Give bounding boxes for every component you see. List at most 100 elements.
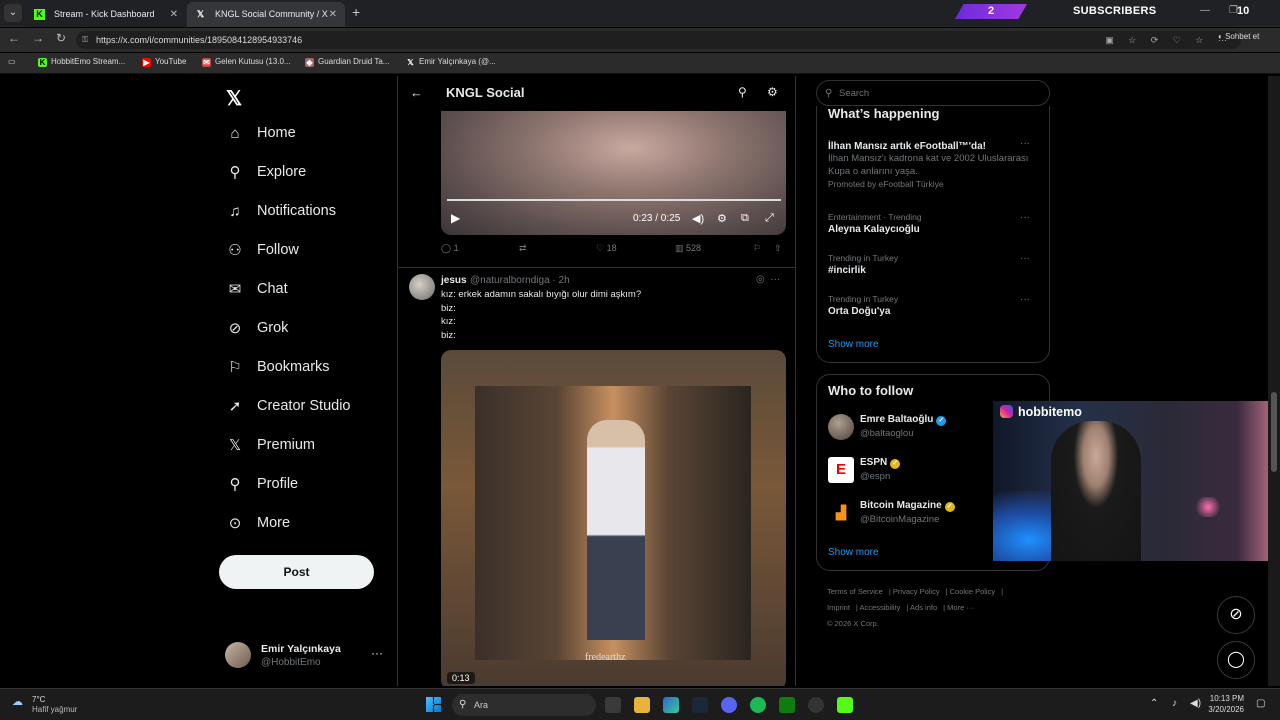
footer-link[interactable]: Imprint [827,603,850,612]
system-clock[interactable]: 10:13 PM 3/20/2026 [1198,693,1244,715]
tweet-handle[interactable]: @naturalborndiga [470,275,550,286]
scrollbar[interactable] [1268,76,1280,686]
nav-premium[interactable]: 𝕏 Premium [225,430,315,460]
grok-fab-icon[interactable]: ⊘ [1217,596,1255,634]
copilot-chat-button[interactable]: ◐ Sohbet et [1218,32,1259,41]
footer-link[interactable]: More ··· [947,603,974,612]
nav-notifications[interactable]: ♫ Notifications [225,196,336,226]
steam-icon[interactable] [692,697,708,713]
tab-kngl-social[interactable]: 𝕏 KNGL Social Community / X ✕ [187,2,345,27]
more-dots-icon[interactable]: ··· [371,646,383,660]
bookmark-item[interactable]: K HobbitEmo Stream... [38,57,125,67]
nav-bookmarks[interactable]: ⚐ Bookmarks [225,352,329,382]
bookmarks-toggle-icon[interactable]: ▭ [8,57,16,66]
trend-item[interactable]: Trending in Turkey Orta Doğu'ya [828,294,1033,317]
nav-profile[interactable]: ⚲ Profile [225,469,299,499]
account-switcher[interactable]: Emir Yalçınkaya @HobbitEmo ··· [225,638,395,678]
bookmark-item[interactable]: ✉ Gelen Kutusu (13.0... [202,57,291,67]
follow-name: Emre Baltaoğlu ✓ [860,414,947,426]
nav-label: Chat [257,281,288,297]
bookmark-item[interactable]: ◆ Guardian Druid Ta... [305,57,389,67]
bookmark-item[interactable]: ▶ YouTube [142,57,186,67]
nav-creator-studio[interactable]: ➚ Creator Studio [225,391,351,421]
nav-follow[interactable]: ⚇ Follow [225,235,299,265]
trend-item[interactable]: Entertainment · Trending Aleyna Kalaycıo… [828,212,1033,235]
weather-widget[interactable]: ☁ 7°C Hafif yağmur [12,695,77,715]
url-bar[interactable]: ⚿ https://x.com/i/communities/1895084128… [76,31,1241,49]
subscriber-label: SUBSCRIBERS [1073,5,1157,17]
windows-start-icon[interactable] [426,697,441,712]
nav-home[interactable]: ⌂ Home [225,118,295,148]
task-view-icon[interactable] [605,697,621,713]
tab-menu-button[interactable]: ⌄ [4,4,22,22]
footer-link[interactable]: Ads info [910,603,937,612]
file-explorer-icon[interactable] [634,697,650,713]
show-more-link[interactable]: Show more [828,339,879,350]
edge-icon[interactable] [663,697,679,713]
tweet-video[interactable]: fredearthz 0:13 [441,350,786,686]
divider [398,267,795,268]
trend-title: #incirlik [828,265,866,276]
trend-item[interactable]: Trending in Turkey #incirlik [828,253,1033,276]
more-dots-icon[interactable]: ··· [1020,294,1030,305]
microphone-icon[interactable]: ♪ [1172,698,1177,709]
discord-icon[interactable] [721,697,737,713]
footer-link[interactable]: Accessibility [860,603,901,612]
video-progress-bar[interactable] [447,199,781,201]
minimize-icon[interactable]: — [1200,5,1210,16]
forward-icon[interactable]: → [32,31,44,45]
share-icon[interactable]: ⇧ [774,243,782,254]
follow-name: ESPN ✓ [860,457,901,469]
volume-icon[interactable]: ◀) [692,212,704,225]
like-button[interactable]: ♡ 18 [596,243,617,254]
post-button[interactable]: Post [219,555,374,589]
search-icon[interactable]: ⚲ [738,85,747,99]
footer-link[interactable]: Cookie Policy [950,587,995,596]
play-icon[interactable]: ▶ [451,211,460,225]
tweet-author-name[interactable]: jesus [441,275,467,286]
spotify-icon[interactable] [750,697,766,713]
search-icon: ⚲ [459,699,467,710]
pip-icon[interactable]: ⧉ [741,212,749,225]
footer-link[interactable]: Privacy Policy [893,587,940,596]
retweet-icon[interactable]: ⇄ [519,243,527,254]
video-player[interactable]: ▶ 0:23 / 0:25 ◀) ⚙ ⧉ ⤢ [441,111,786,235]
more-dots-icon[interactable]: ··· [1020,138,1030,149]
notification-icon[interactable]: ▢ [1256,698,1265,709]
trend-item[interactable]: İlhan Mansız artık eFootball™'da! İlhan … [828,139,1033,189]
tweet-options[interactable]: ◎ ··· [756,274,780,285]
chat-fab-icon[interactable]: ◯ [1217,641,1255,679]
show-more-link[interactable]: Show more [828,547,879,558]
fullscreen-icon[interactable]: ⤢ [765,212,774,225]
footer-link[interactable]: Terms of Service [827,587,883,596]
nav-chat[interactable]: ✉ Chat [225,274,288,304]
nav-more[interactable]: ⊙ More [225,508,290,538]
tab-kick-dashboard[interactable]: K Stream - Kick Dashboard ✕ [26,2,186,27]
scrollbar-thumb[interactable] [1271,392,1277,472]
taskbar-search[interactable]: ⚲ Ara [452,694,596,716]
more-dots-icon[interactable]: ··· [1020,212,1030,223]
back-icon[interactable]: ← [8,31,20,45]
settings-icon[interactable]: ⚙ [717,212,727,225]
omnibox-action-icons[interactable]: ▣ ☆ ⟳ ♡ ☆ ⋯ [1105,31,1233,49]
bookmark-item[interactable]: 𝕏 Emir Yalçınkaya (@... [406,57,495,67]
new-tab-button[interactable]: + [352,4,360,20]
back-arrow-icon[interactable]: ← [410,85,423,100]
nav-grok[interactable]: ⊘ Grok [225,313,289,343]
reload-icon[interactable]: ↻ [56,31,66,45]
obs-icon[interactable] [808,697,824,713]
views-button[interactable]: ▥ 528 [675,243,701,254]
bookmark-icon[interactable]: ⚐ [753,243,761,254]
more-dots-icon[interactable]: ··· [1020,253,1030,264]
close-icon[interactable]: ✕ [170,2,178,27]
search-input[interactable]: ⚲ Search [816,80,1050,106]
kick-icon[interactable] [837,697,853,713]
close-icon[interactable]: ✕ [329,2,337,27]
xbox-icon[interactable] [779,697,795,713]
x-logo-icon[interactable]: 𝕏 [226,86,242,111]
reply-button[interactable]: ◯ 1 [441,243,459,254]
nav-explore[interactable]: ⚲ Explore [225,157,307,187]
avatar[interactable] [409,274,435,300]
tray-chevron-icon[interactable]: ⌃ [1150,698,1158,709]
gear-icon[interactable]: ⚙ [767,85,778,99]
